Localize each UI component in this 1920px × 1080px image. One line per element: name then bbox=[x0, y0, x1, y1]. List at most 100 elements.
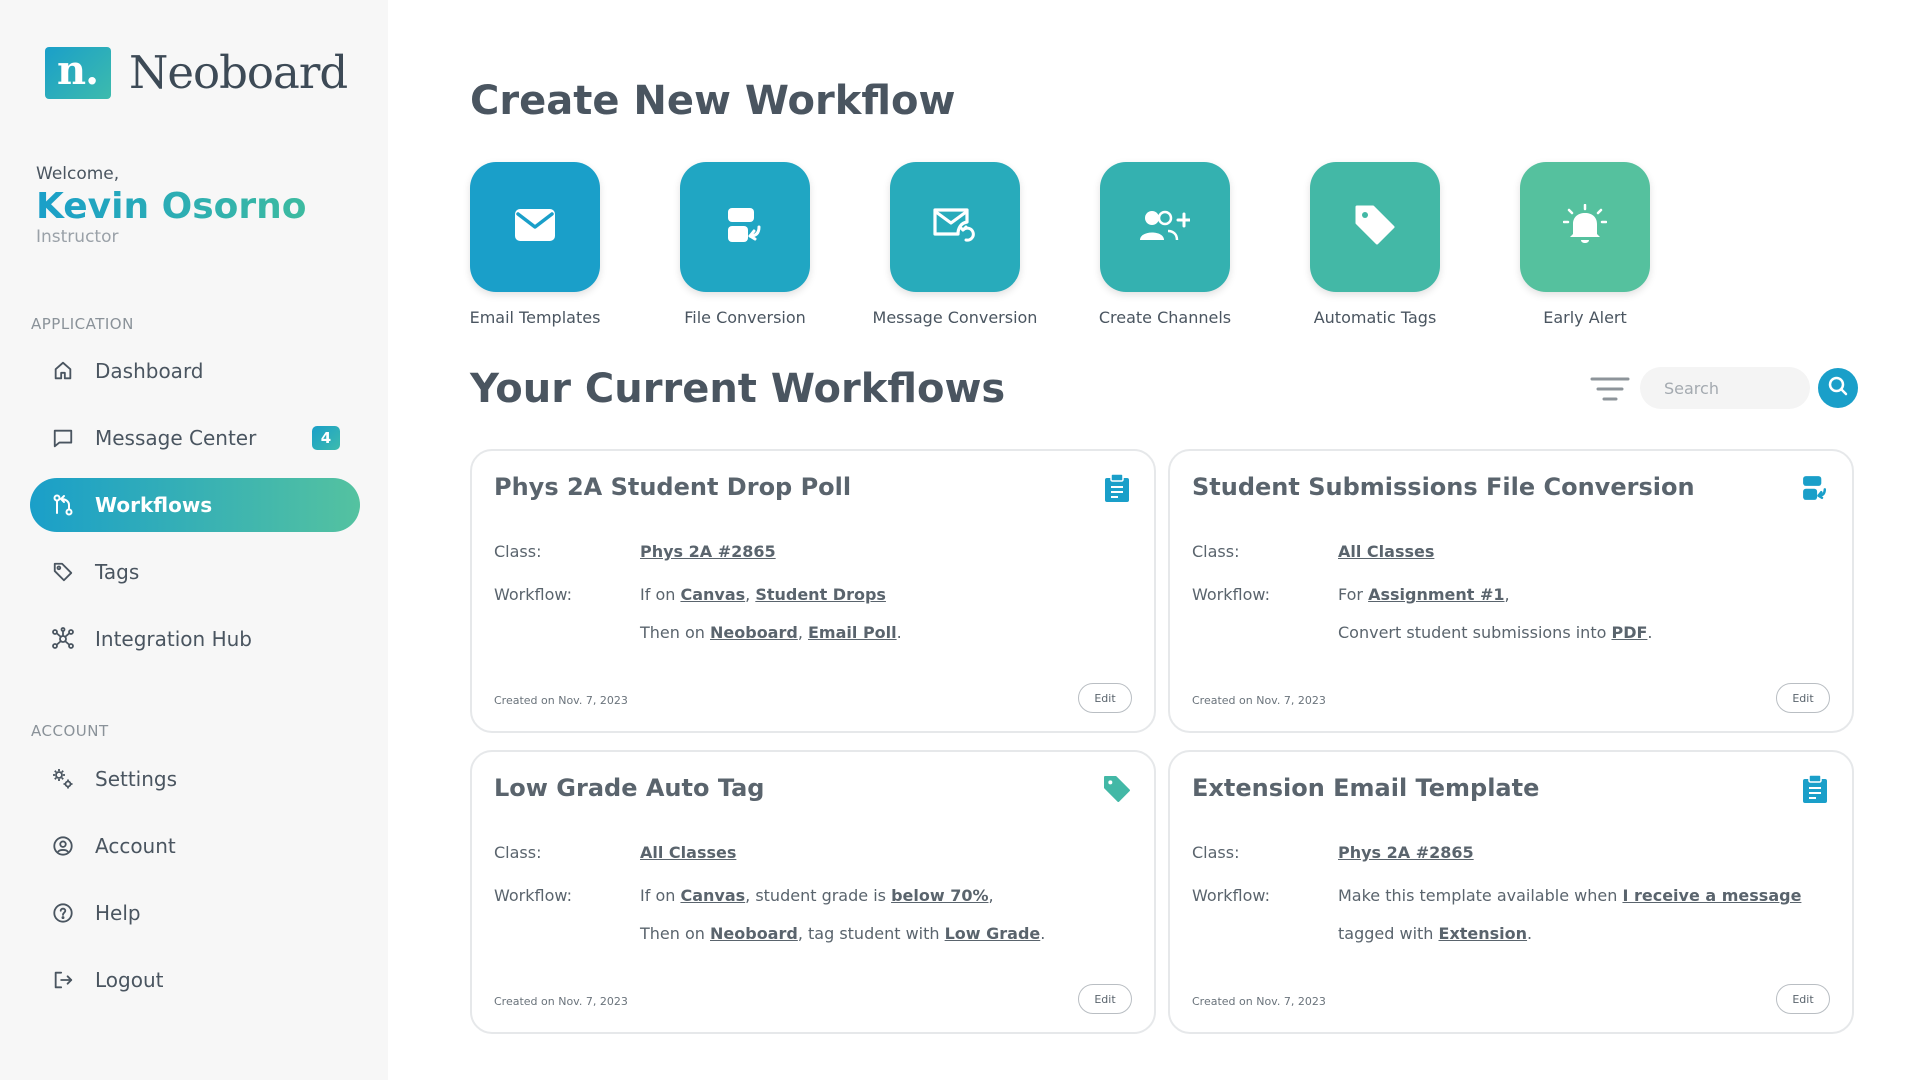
text-part: , student grade is bbox=[745, 886, 892, 905]
text-part: , bbox=[797, 623, 808, 642]
workflow-link[interactable]: below 70% bbox=[891, 886, 988, 905]
tag-icon bbox=[1102, 774, 1132, 804]
workflow-line-1: If on Canvas, student grade is below 70%… bbox=[640, 886, 994, 905]
search-input[interactable] bbox=[1640, 367, 1810, 409]
workflow-label: Workflow: bbox=[1192, 585, 1270, 604]
sidebar-item-label: Workflows bbox=[95, 493, 213, 517]
brand-name: Neoboard bbox=[129, 46, 348, 99]
workflow-link[interactable]: Low Grade bbox=[945, 924, 1041, 943]
file-conversion-button[interactable] bbox=[680, 162, 810, 292]
class-link[interactable]: Phys 2A #2865 bbox=[1338, 843, 1474, 862]
clipboard-icon bbox=[1800, 774, 1830, 804]
tile-early-alert: Early Alert bbox=[1520, 162, 1650, 327]
email-templates-button[interactable] bbox=[470, 162, 600, 292]
edit-button[interactable]: Edit bbox=[1776, 984, 1830, 1014]
sidebar-item-settings[interactable]: Settings bbox=[30, 752, 360, 806]
class-label: Class: bbox=[1192, 843, 1240, 862]
workflow-link[interactable]: Assignment #1 bbox=[1368, 585, 1504, 604]
text-part: Convert student submissions into bbox=[1338, 623, 1612, 642]
bell-icon bbox=[1562, 203, 1608, 250]
logout-icon bbox=[50, 967, 76, 993]
tile-file-conversion: File Conversion bbox=[680, 162, 810, 327]
workflow-link[interactable]: I receive a message bbox=[1622, 886, 1801, 905]
sidebar-item-account[interactable]: Account bbox=[30, 819, 360, 873]
sidebar-item-label: Logout bbox=[95, 968, 164, 992]
filter-button[interactable] bbox=[1590, 375, 1630, 403]
workflow-line-2: Then on Neoboard, tag student with Low G… bbox=[640, 924, 1045, 943]
card-title: Extension Email Template bbox=[1192, 774, 1540, 802]
text-part: , bbox=[1504, 585, 1510, 604]
created-date: Created on Nov. 7, 2023 bbox=[494, 995, 628, 1008]
workflow-link[interactable]: Canvas bbox=[680, 585, 745, 604]
workflow-label: Workflow: bbox=[1192, 886, 1270, 905]
user-role: Instructor bbox=[36, 227, 119, 247]
workflow-card[interactable]: Extension Email Template Class: Phys 2A … bbox=[1168, 750, 1854, 1034]
tile-create-channels: Create Channels bbox=[1099, 162, 1231, 327]
edit-button[interactable]: Edit bbox=[1776, 683, 1830, 713]
sidebar-item-workflows[interactable]: Workflows bbox=[30, 478, 360, 532]
sidebar-item-logout[interactable]: Logout bbox=[30, 953, 360, 1007]
workflow-link[interactable]: PDF bbox=[1611, 623, 1647, 642]
workflow-line-1: Make this template available when I rece… bbox=[1338, 886, 1801, 905]
tile-label: Early Alert bbox=[1543, 308, 1627, 327]
workflow-link[interactable]: Extension bbox=[1439, 924, 1528, 943]
chat-icon bbox=[50, 425, 76, 451]
sidebar-item-help[interactable]: Help bbox=[30, 886, 360, 940]
workflow-link[interactable]: Student Drops bbox=[755, 585, 886, 604]
class-label: Class: bbox=[494, 542, 542, 561]
create-workflow-title: Create New Workflow bbox=[470, 78, 956, 124]
workflow-link[interactable]: Neoboard bbox=[710, 924, 798, 943]
add-users-icon bbox=[1140, 208, 1192, 246]
user-circle-icon bbox=[50, 833, 76, 859]
message-conversion-button[interactable] bbox=[890, 162, 1020, 292]
sidebar-item-dashboard[interactable]: Dashboard bbox=[30, 344, 360, 398]
class-value: Phys 2A #2865 bbox=[1338, 843, 1474, 862]
workflow-card[interactable]: Low Grade Auto Tag Class: All Classes Wo… bbox=[470, 750, 1156, 1034]
workflow-link[interactable]: Neoboard bbox=[710, 623, 798, 642]
text-part: . bbox=[1040, 924, 1046, 943]
class-value: Phys 2A #2865 bbox=[640, 542, 776, 561]
workflow-line-2: Convert student submissions into PDF. bbox=[1338, 623, 1653, 642]
brand-logo[interactable]: n. Neoboard bbox=[45, 46, 348, 99]
workflow-link[interactable]: Canvas bbox=[680, 886, 745, 905]
tile-label: Email Templates bbox=[469, 308, 601, 327]
card-title: Phys 2A Student Drop Poll bbox=[494, 473, 852, 501]
edit-button[interactable]: Edit bbox=[1078, 683, 1132, 713]
file-convert-icon bbox=[1800, 473, 1830, 503]
text-part: . bbox=[1647, 623, 1653, 642]
class-link[interactable]: Phys 2A #2865 bbox=[640, 542, 776, 561]
created-date: Created on Nov. 7, 2023 bbox=[1192, 694, 1326, 707]
workflow-link[interactable]: Email Poll bbox=[808, 623, 897, 642]
text-part: For bbox=[1338, 585, 1369, 604]
workflow-label: Workflow: bbox=[494, 886, 572, 905]
filter-icon bbox=[1590, 377, 1630, 407]
welcome-block: Welcome, Kevin Osorno Instructor bbox=[36, 164, 307, 247]
workflow-card[interactable]: Student Submissions File Conversion Clas… bbox=[1168, 449, 1854, 733]
class-label: Class: bbox=[494, 843, 542, 862]
automatic-tags-button[interactable] bbox=[1310, 162, 1440, 292]
text-part: tagged with bbox=[1338, 924, 1439, 943]
sidebar-item-label: Help bbox=[95, 901, 141, 925]
class-link[interactable]: All Classes bbox=[1338, 542, 1434, 561]
text-part: . bbox=[896, 623, 902, 642]
sidebar-item-label: Settings bbox=[95, 767, 178, 791]
tile-label: Create Channels bbox=[1098, 308, 1232, 327]
application-section-label: APPLICATION bbox=[31, 315, 134, 333]
sidebar-item-integration-hub[interactable]: Integration Hub bbox=[30, 612, 360, 666]
sidebar-item-message-center[interactable]: Message Center 4 bbox=[30, 411, 360, 465]
edit-button[interactable]: Edit bbox=[1078, 984, 1132, 1014]
clipboard-icon bbox=[1102, 473, 1132, 503]
text-part: If on bbox=[640, 585, 681, 604]
created-date: Created on Nov. 7, 2023 bbox=[494, 694, 628, 707]
search-button[interactable] bbox=[1818, 368, 1858, 408]
early-alert-button[interactable] bbox=[1520, 162, 1650, 292]
text-part: , bbox=[745, 585, 756, 604]
tag-icon bbox=[50, 559, 76, 585]
home-icon bbox=[50, 358, 76, 384]
class-link[interactable]: All Classes bbox=[640, 843, 736, 862]
tile-email-templates: Email Templates bbox=[470, 162, 600, 327]
sidebar-item-tags[interactable]: Tags bbox=[30, 545, 360, 599]
workflow-card[interactable]: Phys 2A Student Drop Poll Class: Phys 2A… bbox=[470, 449, 1156, 733]
create-channels-button[interactable] bbox=[1100, 162, 1230, 292]
user-name: Kevin Osorno bbox=[36, 186, 307, 227]
